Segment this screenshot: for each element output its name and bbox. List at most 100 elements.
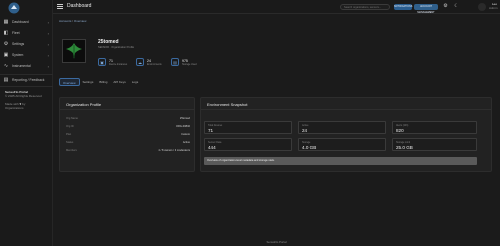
avatar[interactable]: [478, 3, 486, 11]
org-subtitle: SENSOR · Organization Profile: [98, 46, 135, 49]
profile-value: ORG-00832: [176, 125, 190, 128]
card-divider: [201, 109, 491, 110]
tile-label: Alerts (24h): [396, 124, 409, 127]
gear-icon[interactable]: ⚙: [442, 3, 449, 10]
tile-label: Total Devices: [208, 124, 223, 127]
gear-icon: ⚙: [3, 41, 9, 47]
profile-row: Status Active: [66, 141, 190, 144]
sidebar-footer: SensoFlo Portal © 2025 All Rights Reserv…: [5, 90, 42, 110]
card-divider: [60, 109, 194, 110]
stat-label: Storage Used: [182, 62, 197, 66]
device-icon: ▣: [98, 58, 106, 66]
tile-label: Storage: [302, 141, 311, 144]
card-title: Organization Profile: [66, 102, 102, 107]
logo-icon[interactable]: [8, 2, 20, 14]
profile-value: Active: [182, 141, 190, 144]
profile-key: Members: [66, 149, 77, 152]
sidebar-item-instrumental[interactable]: ∿ Instrumental ›: [3, 62, 51, 70]
stat-label: Device Instances: [109, 62, 128, 66]
snapshot-tile: Storage 4.0 GB: [298, 138, 386, 151]
account-management-button[interactable]: ACCOUNT MANAGEMENT: [414, 4, 438, 14]
sidebar-item-settings[interactable]: ⚙ Settings ›: [3, 40, 51, 48]
sidebar-item-label: Settings: [12, 42, 25, 46]
profile-row: Members 4 / 8 owners / 3 moderators: [66, 149, 190, 152]
tile-value: 820: [396, 128, 404, 133]
tile-label: Sensor Data: [208, 141, 222, 144]
tile-value: 24: [302, 128, 308, 133]
stat-storage: ▤ 975 Storage Used: [171, 56, 197, 68]
sidebar-divider: [0, 74, 53, 75]
org-name: 25tomed: [98, 39, 119, 45]
sidebar-item-label: Fleet: [12, 31, 20, 35]
tab-billing[interactable]: Billing: [96, 78, 110, 86]
user-role: Admin: [489, 6, 498, 10]
profile-key: Status: [66, 141, 74, 144]
grid-icon: ▦: [3, 19, 9, 25]
profile-value: 4 / 8 owners / 3 moderators: [158, 149, 190, 152]
menu-icon[interactable]: [57, 4, 63, 9]
layers-icon: ◧: [3, 30, 9, 36]
tile-label: Storage Limit: [396, 141, 411, 144]
sidebar-divider: [0, 86, 53, 87]
stat-environments: ☁ 24 Environments: [136, 56, 162, 68]
sidebar-item-label: System: [12, 53, 24, 57]
main-content: Accounts / Overview 25tomed SENSOR · Org…: [53, 14, 500, 246]
topbar: Dashboard NOTIFICATIONS ACCOUNT MANAGEME…: [53, 0, 500, 14]
sidebar-item-label: Dashboard: [12, 20, 29, 24]
card-title: Environment Snapshot: [207, 102, 248, 107]
chevron-right-icon: ›: [47, 63, 49, 69]
sidebar-item-fleet[interactable]: ◧ Fleet ›: [3, 29, 51, 37]
profile-key: Plan: [66, 133, 72, 136]
profile-key: Org Name: [66, 117, 78, 120]
org-profile-card: Organization Profile Org Name 25tomed Org…: [59, 97, 195, 172]
footer-copyright: © 2025 All Rights Reserved: [5, 94, 42, 98]
sidebar-item-label: Instrumental: [12, 64, 31, 68]
page-footer: SensoFlo Portal: [266, 240, 287, 244]
breadcrumb-current: Overview: [73, 19, 87, 23]
chevron-right-icon: ›: [47, 41, 49, 47]
tab-overview[interactable]: Overview: [59, 78, 80, 86]
tile-label: Active: [302, 124, 309, 127]
plant-icon: [66, 43, 82, 59]
profile-row: Org Name 25tomed: [66, 117, 190, 120]
snapshot-tile: Active 24: [298, 121, 386, 134]
tab-api-keys[interactable]: API Keys: [110, 78, 128, 86]
sidebar-item-system[interactable]: ▣ System ›: [3, 51, 51, 59]
notifications-button[interactable]: NOTIFICATIONS: [394, 4, 412, 10]
profile-row: Plan Custom: [66, 133, 190, 136]
footer-made-by[interactable]: Organizations: [5, 106, 24, 110]
cloud-icon: ☁: [136, 58, 144, 66]
stat-devices: ▣ 71 Device Instances: [98, 56, 127, 68]
tab-bar: Overview Settings Billing API Keys Logs: [59, 78, 141, 86]
tile-value: 4.0 GB: [302, 145, 317, 150]
sidebar-item-label: Reporting / Feedback: [12, 78, 45, 82]
sidebar-item-dashboard[interactable]: ▦ Dashboard ›: [3, 18, 51, 26]
profile-value: 25tomed: [179, 117, 190, 120]
profile-key: Org ID: [66, 125, 74, 128]
tile-value: 444: [208, 145, 216, 150]
tab-logs[interactable]: Logs: [129, 78, 142, 86]
snapshot-tile: Sensor Data 444: [204, 138, 292, 151]
chevron-right-icon: ›: [47, 19, 49, 25]
tile-value: 25.0 GB: [396, 145, 413, 150]
snapshot-tile: Storage Limit 25.0 GB: [392, 138, 477, 151]
chevron-right-icon: ›: [47, 52, 49, 58]
profile-row: Org ID ORG-00832: [66, 125, 190, 128]
tab-settings[interactable]: Settings: [80, 78, 97, 86]
breadcrumb: Accounts / Overview: [59, 19, 86, 23]
wave-icon: ∿: [3, 63, 9, 69]
app-root: ▦ Dashboard › ◧ Fleet › ⚙ Settings › ▣ S…: [0, 0, 500, 246]
snapshot-tile: Alerts (24h) 820: [392, 121, 477, 134]
sidebar-item-feedback[interactable]: ▤ Reporting / Feedback: [3, 76, 51, 84]
chevron-right-icon: ›: [47, 30, 49, 36]
cpu-icon: ▣: [3, 52, 9, 58]
user-menu[interactable]: Leo Admin: [489, 2, 498, 10]
profile-value: Custom: [181, 133, 190, 136]
moon-icon[interactable]: ☾: [453, 3, 460, 10]
stat-label: Environments: [147, 62, 162, 66]
snapshot-tile: Total Devices 71: [204, 121, 292, 134]
search-input[interactable]: [340, 4, 390, 10]
breadcrumb-root[interactable]: Accounts: [59, 19, 71, 23]
page-title: Dashboard: [67, 3, 92, 9]
snapshot-note: Overview of organization-level metadata …: [204, 157, 477, 165]
